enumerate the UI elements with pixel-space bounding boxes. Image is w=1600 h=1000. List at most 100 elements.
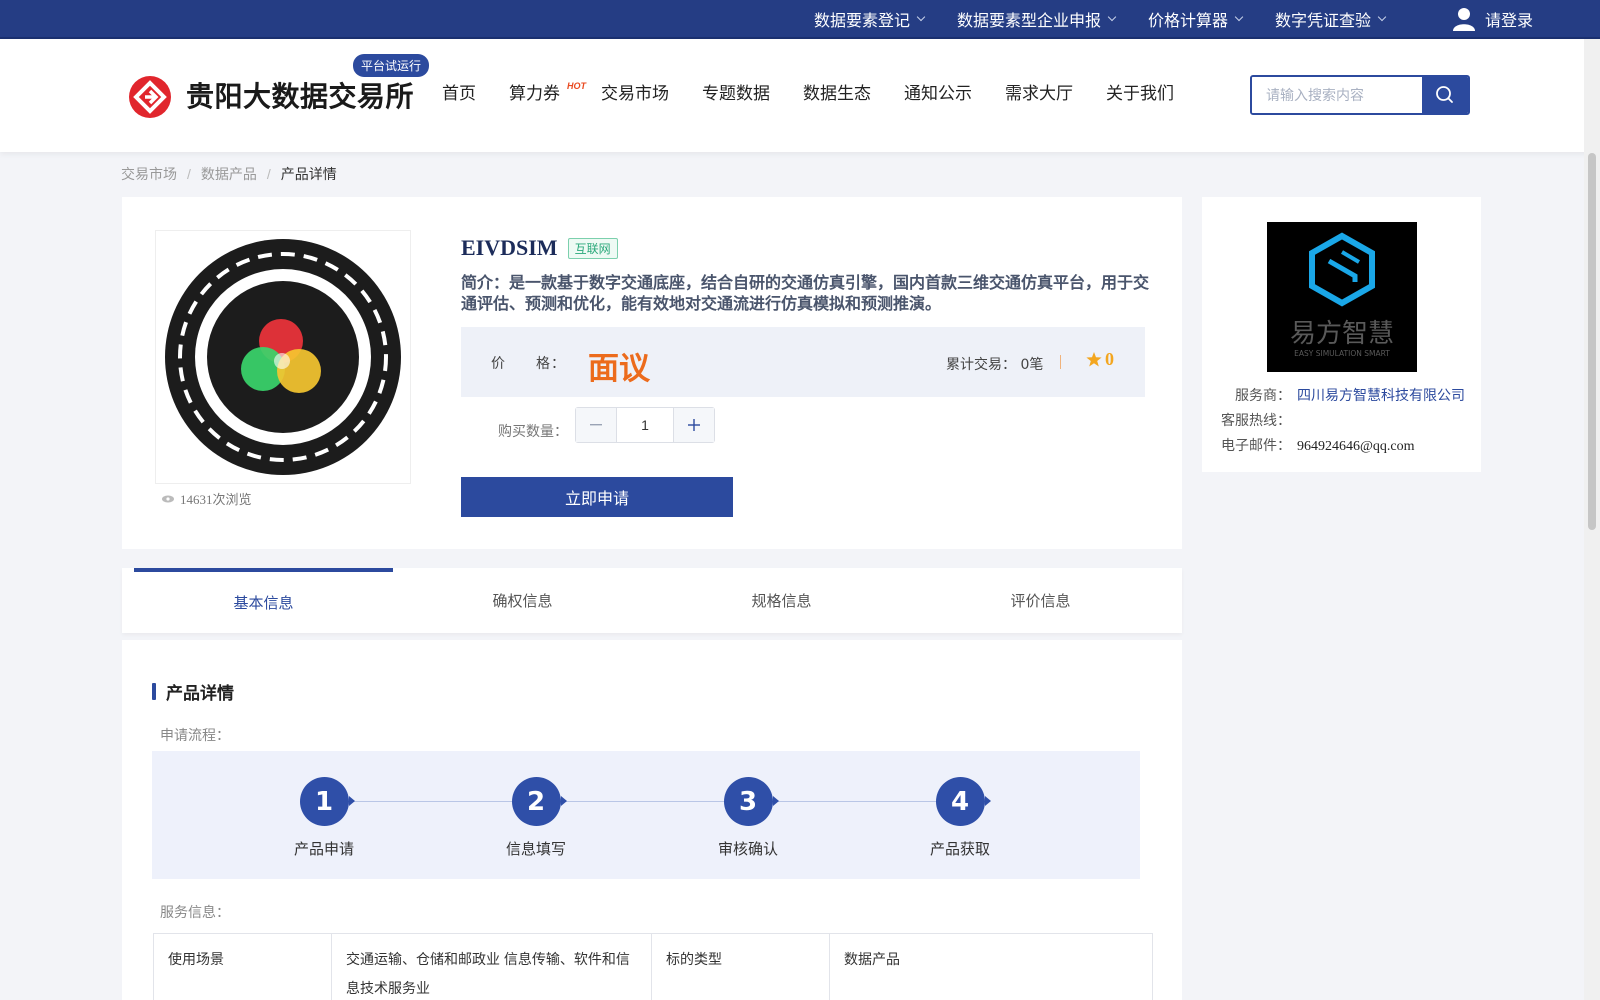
service-info-table: 使用场景 交通运输、仓储和邮政业 信息传输、软件和信息技术服务业 标的类型 数据… [153,933,1153,1000]
plus-icon [688,419,700,431]
page-scrollbar[interactable] [1584,39,1600,1000]
top-menu-certificate-check[interactable]: 数字凭证查验 [1275,7,1387,31]
breadcrumb-separator: / [187,166,191,182]
product-title: EIVDSIM 互联网 [461,235,618,261]
step-label: 产品获取 [929,841,990,858]
chevron-down-icon [916,12,926,21]
top-menu-label: 数据要素型企业申报 [957,12,1102,30]
login-link[interactable]: 请登录 [1453,0,1533,37]
trade-count-value: 0笔 [1020,357,1044,373]
tab-review-info[interactable]: 评价信息 [911,568,1170,633]
nav-about[interactable]: 关于我们 [1106,79,1174,104]
tab-spacer [122,568,134,633]
brand-name[interactable]: 贵阳大数据交易所 [186,75,414,115]
flow-step: 3 审核确认 [688,777,808,859]
exchange-logo-icon[interactable] [128,75,172,119]
breadcrumb-separator: / [266,166,271,182]
provider-email: 964924646@qq.com [1297,439,1415,454]
top-menu-label: 价格计算器 [1148,12,1229,30]
apply-button[interactable]: 立即申请 [461,477,733,517]
main-nav: 首页 算力券 HOT 交易市场 专题数据 数据生态 通知公示 需求大厅 关于我们 [442,79,1207,104]
nav-compute-voucher[interactable]: 算力券 HOT [509,79,586,104]
divider [1060,355,1061,369]
login-label: 请登录 [1485,12,1534,30]
minus-icon [590,424,602,426]
nav-topic-data[interactable]: 专题数据 [702,79,770,104]
service-info-label: 服务信息： [160,904,230,920]
search-box [1250,75,1470,115]
tab-rights-info[interactable]: 确权信息 [393,568,652,633]
hot-badge: HOT [567,81,586,91]
chevron-down-icon [1107,12,1117,21]
top-menu-enterprise-declaration[interactable]: 数据要素型企业申报 [957,7,1117,31]
breadcrumb-market[interactable]: 交易市场 [121,164,177,184]
table-row: 使用场景 交通运输、仓储和邮政业 信息传输、软件和信息技术服务业 标的类型 数据… [153,933,1153,1000]
search-button[interactable] [1422,77,1468,113]
breadcrumb: 交易市场 / 数据产品 / 产品详情 [121,164,337,184]
flow-label: 申请流程： [160,727,230,743]
scrollbar-thumb[interactable] [1588,153,1596,530]
trade-count: 累计交易： 0笔 [946,354,1043,374]
product-tag: 互联网 [567,237,618,259]
tab-spec-info[interactable]: 规格信息 [652,568,911,633]
breadcrumb-data-products[interactable]: 数据产品 [201,164,257,184]
step-label: 产品申请 [293,841,354,858]
top-menu-label: 数字凭证查验 [1275,12,1372,30]
star-icon [1086,352,1102,367]
rating: 0 [1086,349,1114,370]
flow-connector [328,801,964,802]
flow-step: 2 信息填写 [476,777,596,859]
table-cell-value: 数据产品 [829,933,1153,1000]
section-title: 产品详情 [152,679,234,704]
table-cell-value: 交通运输、仓储和邮政业 信息传输、软件和信息技术服务业 [331,933,652,1000]
application-flow: 1 产品申请 2 信息填写 3 审核确认 4 产品获取 [152,751,1140,879]
quantity-input[interactable] [616,408,674,442]
product-card: 14631次浏览 EIVDSIM 互联网 简介：是一款基于数字交通底座，结合自研… [122,197,1182,549]
view-count: 14631次浏览 [162,489,252,508]
provider-email-row: 电子邮件： 964924646@qq.com [1221,435,1415,455]
increment-button[interactable] [674,408,714,442]
eye-icon [162,495,174,502]
price-value: 面议 [588,351,650,387]
search-icon [1436,86,1453,103]
product-name: EIVDSIM [461,235,558,260]
chevron-down-icon [1234,12,1244,21]
nav-label: 算力券 [509,84,560,103]
step-number: 1 [299,777,355,826]
quantity-label: 购买数量： [498,423,568,439]
section-title-text: 产品详情 [166,684,234,703]
nav-notices[interactable]: 通知公示 [904,79,972,104]
table-cell-key: 标的类型 [651,933,830,1000]
main-header: 贵阳大数据交易所 平台试运行 首页 算力券 HOT 交易市场 专题数据 数据生态 … [0,39,1600,152]
nav-demand-hall[interactable]: 需求大厅 [1005,79,1073,104]
search-input[interactable] [1252,77,1422,113]
flow-step: 1 产品申请 [264,777,384,859]
nav-ecosystem[interactable]: 数据生态 [803,79,871,104]
price-label: 价 格： [491,355,566,371]
provider-logo: 易方智慧 EASY SIMULATION SMART [1267,222,1417,372]
top-menu-price-calculator[interactable]: 价格计算器 [1148,7,1244,31]
trial-badge: 平台试运行 [353,54,430,77]
traffic-light-ring-icon [165,239,401,475]
quantity-stepper [575,407,715,443]
table-cell-key: 使用场景 [153,933,332,1000]
price-box: 价 格： 面议 累计交易： 0笔 0 [461,327,1145,397]
step-number: 2 [511,777,567,826]
provider-service-label: 服务商： [1235,387,1291,403]
product-description: 简介：是一款基于数字交通底座，结合自研的交通仿真引擎，国内首款三维交通仿真平台，… [461,273,1150,313]
product-image [155,230,411,484]
top-bar: 数据要素登记 数据要素型企业申报 价格计算器 数字凭证查验 请登录 [0,0,1600,39]
decrement-button[interactable] [576,408,616,442]
view-count-text: 14631次浏览 [180,492,252,507]
trade-count-label: 累计交易： [946,357,1016,373]
tab-basic-info[interactable]: 基本信息 [134,568,393,633]
nav-market[interactable]: 交易市场 [601,79,669,104]
rating-value: 0 [1105,349,1114,369]
provider-service-name[interactable]: 四川易方智慧科技有限公司 [1297,387,1465,403]
nav-home[interactable]: 首页 [442,79,476,104]
step-number: 3 [723,777,779,826]
top-menu-data-registration[interactable]: 数据要素登记 [814,7,926,31]
detail-tabs: 基本信息 确权信息 规格信息 评价信息 [122,568,1182,633]
flow-step: 4 产品获取 [900,777,1020,859]
provider-hotline-row: 客服热线： [1221,410,1297,430]
